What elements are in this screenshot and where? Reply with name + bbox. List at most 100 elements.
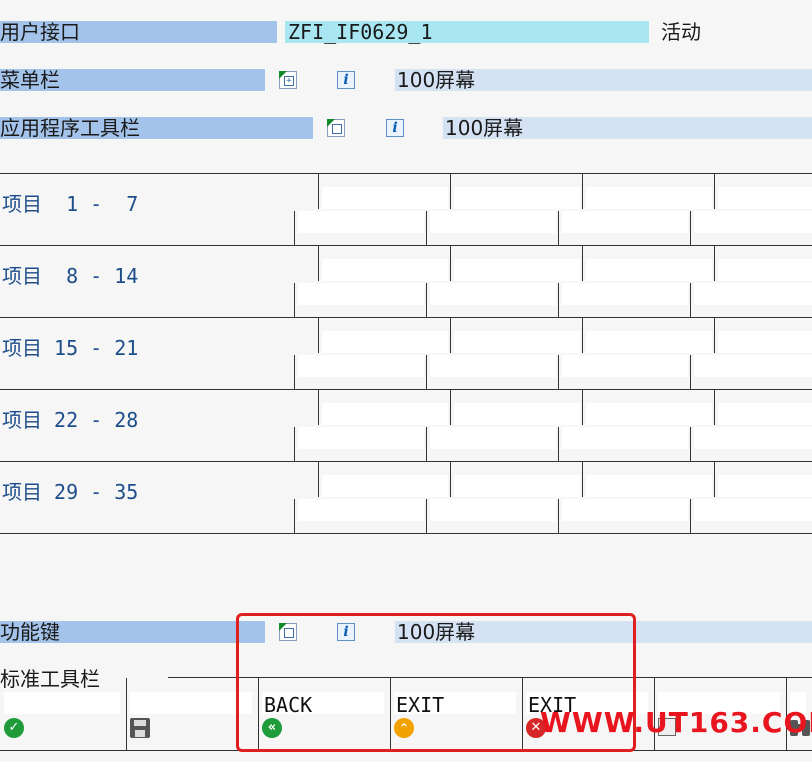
item-cell-divider (558, 427, 559, 461)
app-toolbar-info-icon[interactable]: i (386, 119, 404, 137)
toolbar-button-field (130, 692, 252, 714)
item-cell-divider (714, 173, 715, 209)
item-cell-divider (690, 427, 691, 461)
item-cell-bottom[interactable] (562, 283, 688, 305)
item-cell-divider (318, 461, 319, 497)
item-cell-top[interactable] (718, 259, 812, 281)
item-cell-divider (582, 317, 583, 353)
item-cell-bottom[interactable] (430, 427, 556, 449)
item-cell-bottom[interactable] (298, 427, 424, 449)
menu-info-icon[interactable]: i (337, 71, 355, 89)
menu-bar-label: 菜单栏 (0, 68, 60, 92)
item-group-label: 项目 8 - 14 (2, 264, 139, 288)
item-cell-top[interactable] (586, 475, 712, 497)
item-cell-bottom[interactable] (430, 211, 556, 233)
item-cell-top[interactable] (586, 259, 712, 281)
item-cell-bottom[interactable] (694, 211, 812, 233)
item-cell-top[interactable] (454, 403, 580, 425)
item-cell-bottom[interactable] (562, 499, 688, 521)
item-cell-divider (426, 211, 427, 245)
item-cell-divider (450, 461, 451, 497)
item-cell-bottom[interactable] (694, 499, 812, 521)
item-group-top-line (0, 245, 812, 246)
item-cell-divider (450, 245, 451, 281)
item-cell-bottom[interactable] (430, 283, 556, 305)
item-group-label: 项目 22 - 28 (2, 408, 139, 432)
item-cell-bottom[interactable] (694, 427, 812, 449)
user-interface-label: 用户接口 (0, 20, 80, 44)
item-cell-bottom[interactable] (562, 355, 688, 377)
check-icon: ✓ (4, 718, 24, 738)
item-cell-divider (426, 355, 427, 389)
function-keys-label: 功能键 (0, 620, 60, 644)
watermark: WWW.UT163.COM (540, 706, 812, 739)
item-cell-divider (714, 461, 715, 497)
item-group-top-line (0, 317, 812, 318)
item-group-label: 项目 15 - 21 (2, 336, 139, 360)
item-cell-top[interactable] (586, 331, 712, 353)
item-cell-bottom[interactable] (694, 355, 812, 377)
item-cell-bottom[interactable] (562, 211, 688, 233)
item-cell-bottom[interactable] (562, 427, 688, 449)
item-cell-top[interactable] (586, 187, 712, 209)
item-cell-divider (558, 211, 559, 245)
item-cell-top[interactable] (586, 403, 712, 425)
item-cell-top[interactable] (718, 331, 812, 353)
item-cell-divider (426, 499, 427, 533)
item-cell-divider (426, 283, 427, 317)
item-cell-divider (558, 283, 559, 317)
status-text: 活动 (661, 20, 701, 44)
item-cell-top[interactable] (454, 475, 580, 497)
item-cell-top[interactable] (322, 403, 448, 425)
item-cell-divider (318, 173, 319, 209)
item-cell-divider (714, 389, 715, 425)
item-cell-top[interactable] (322, 475, 448, 497)
item-cell-divider (294, 211, 295, 245)
toolbar-button-field (4, 692, 120, 714)
item-cell-divider (690, 355, 691, 389)
item-cell-bottom[interactable] (430, 355, 556, 377)
app-toolbar-collapse-icon[interactable] (327, 119, 345, 137)
item-cell-divider (582, 389, 583, 425)
item-cell-top[interactable] (322, 259, 448, 281)
item-cell-divider (450, 389, 451, 425)
item-cell-bottom[interactable] (298, 355, 424, 377)
item-cell-bottom[interactable] (694, 283, 812, 305)
toolbar-divider (126, 678, 127, 750)
item-cell-divider (558, 499, 559, 533)
save-icon (130, 718, 150, 738)
item-cell-bottom[interactable] (298, 283, 424, 305)
item-cell-divider (582, 173, 583, 209)
item-cell-top[interactable] (454, 187, 580, 209)
item-cell-bottom[interactable] (298, 499, 424, 521)
item-cell-divider (294, 427, 295, 461)
item-cell-top[interactable] (454, 259, 580, 281)
item-cell-divider (294, 499, 295, 533)
item-cell-divider (582, 461, 583, 497)
item-cell-divider (294, 283, 295, 317)
standard-toolbar-button[interactable]: ✓ (0, 678, 126, 750)
item-cell-divider (450, 317, 451, 353)
item-cell-divider (426, 427, 427, 461)
item-cell-divider (714, 245, 715, 281)
item-cell-divider (318, 317, 319, 353)
menu-expand-icon[interactable]: + (279, 71, 297, 89)
menu-screen-text: 100屏幕 (397, 68, 476, 92)
item-cell-top[interactable] (322, 331, 448, 353)
item-cell-divider (558, 355, 559, 389)
item-group-label: 项目 29 - 35 (2, 480, 139, 504)
item-cell-divider (714, 317, 715, 353)
item-cell-top[interactable] (718, 475, 812, 497)
item-group-bottom-line (0, 533, 812, 534)
item-cell-top[interactable] (718, 187, 812, 209)
item-cell-top[interactable] (718, 403, 812, 425)
item-group-top-line (0, 461, 812, 462)
item-cell-bottom[interactable] (298, 211, 424, 233)
item-group-label: 项目 1 - 7 (2, 192, 139, 216)
item-cell-bottom[interactable] (430, 499, 556, 521)
item-cell-top[interactable] (322, 187, 448, 209)
app-toolbar-label: 应用程序工具栏 (0, 116, 140, 140)
item-cell-divider (294, 355, 295, 389)
item-cell-top[interactable] (454, 331, 580, 353)
interface-value: ZFI_IF0629_1 (288, 20, 433, 44)
